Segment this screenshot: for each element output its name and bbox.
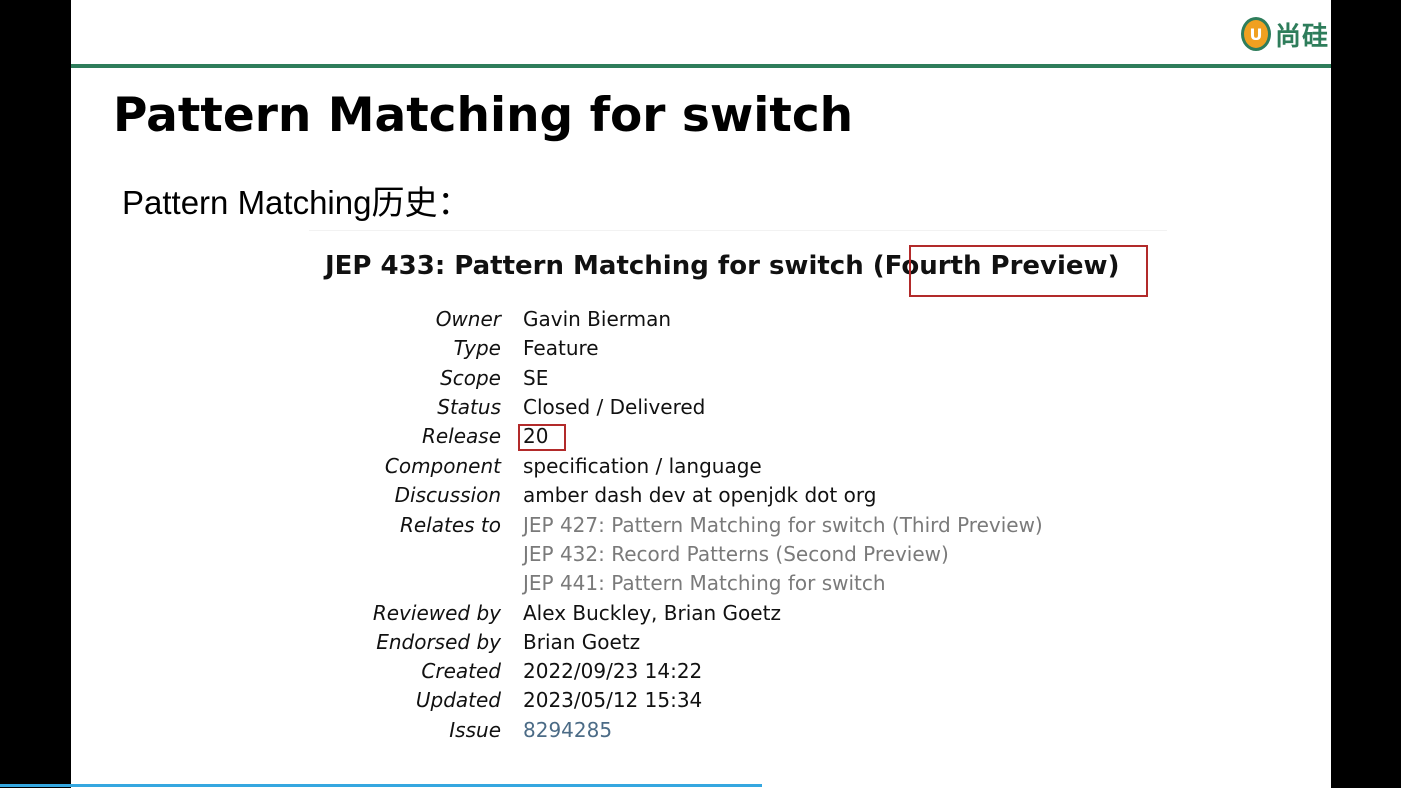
endorsed-by-label: Endorsed by [376, 630, 501, 654]
video-progress-line [0, 784, 762, 787]
created-label: Created [421, 659, 501, 683]
owner-label: Owner [435, 307, 501, 331]
updated-value: 2023/05/12 15:34 [523, 688, 703, 712]
brand-logo: U 尚硅 [1240, 10, 1329, 58]
discussion-value: amber dash dev at openjdk dot org [523, 483, 877, 507]
component-value: specification / language [523, 454, 762, 478]
logo-icon: U [1240, 17, 1271, 51]
component-label: Component [384, 454, 501, 478]
updated-label: Updated [415, 688, 501, 712]
relates-to-label: Relates to [399, 513, 501, 537]
jep-screenshot-panel: JEP 433: Pattern Matching for switch (Fo… [309, 230, 1167, 761]
header-rule [71, 64, 1331, 68]
related-jep-link[interactable]: JEP 432: Record Patterns (Second Preview… [523, 542, 949, 566]
reviewed-by-value: Alex Buckley, Brian Goetz [523, 601, 781, 625]
endorsed-by-value: Brian Goetz [523, 630, 641, 654]
scope-label: Scope [440, 366, 501, 390]
created-value: 2022/09/23 14:22 [523, 659, 703, 683]
reviewed-by-label: Reviewed by [372, 601, 501, 625]
issue-label: Issue [449, 718, 501, 742]
highlight-box-fourth-preview [909, 245, 1148, 297]
slide-title: Pattern Matching for switch [113, 88, 854, 143]
release-label: Release [421, 424, 501, 448]
related-jep-link[interactable]: JEP 427: Pattern Matching for switch (Th… [523, 513, 1043, 537]
status-label: Status [437, 395, 501, 419]
status-value: Closed / Delivered [523, 395, 706, 419]
type-value: Feature [523, 336, 599, 360]
issue-link[interactable]: 8294285 [523, 718, 612, 742]
related-jep-link[interactable]: JEP 441: Pattern Matching for switch [523, 571, 886, 595]
discussion-label: Discussion [394, 483, 501, 507]
owner-value: Gavin Bierman [523, 307, 672, 331]
scope-value: SE [523, 366, 549, 390]
type-label: Type [453, 336, 501, 360]
logo-text: 尚硅 [1274, 21, 1329, 52]
slide-subtitle: Pattern Matching历史： [122, 184, 471, 221]
slide: U 尚硅 Pattern Matching for switch Pattern… [71, 0, 1331, 788]
jep-title-prefix: JEP 433: Pattern Matching for switch ( [325, 251, 885, 281]
highlight-box-release [518, 424, 566, 451]
